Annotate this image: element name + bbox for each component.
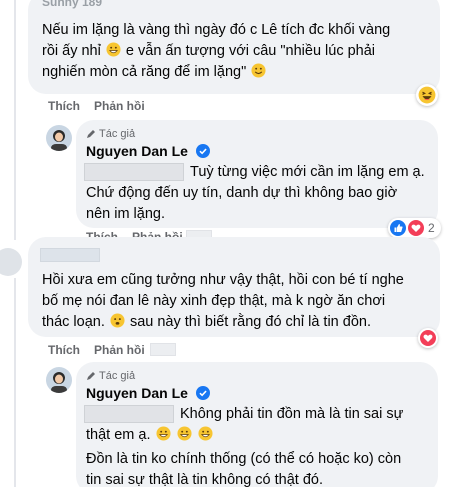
comment-author-partial[interactable]: Sunny 189 <box>42 0 102 13</box>
smiling-face-icon <box>251 63 266 78</box>
comment-line: Hồi xưa em cũng tưởng như vậy thật, hồi … <box>42 272 404 288</box>
pencil-icon <box>87 130 95 138</box>
reply-button[interactable]: Phản hồi <box>94 343 145 357</box>
reply-line: thật em ạ. <box>86 425 214 446</box>
like-button[interactable]: Thích <box>48 343 80 357</box>
blurred-tag <box>84 163 184 181</box>
grinning-face-icon <box>106 42 121 57</box>
grinning-face-icon <box>198 426 213 441</box>
reply-line: Chứ động đến uy tín, danh dự thì không b… <box>86 185 398 201</box>
author-badge: Tác giả <box>86 370 135 382</box>
blurred-time <box>150 343 176 356</box>
verified-badge-icon <box>195 144 210 158</box>
reply-line: tin sai sự thật là tin không có thật đó. <box>86 472 324 487</box>
blurred-name <box>40 248 100 262</box>
reply-line: Đồn là tin ko chính thống (có thể có hoặ… <box>86 451 402 467</box>
comment-line: nghiến mòn cả răng để im lặng" <box>42 62 267 83</box>
reaction-love[interactable] <box>418 328 438 348</box>
reply-author-name[interactable]: Nguyen Dan Le <box>86 385 210 401</box>
verified-badge-icon <box>195 386 210 400</box>
reaction-haha[interactable] <box>416 84 438 106</box>
avatar[interactable] <box>0 248 22 276</box>
reaction-count: 2 <box>428 221 435 235</box>
love-reaction-icon <box>420 330 436 346</box>
comment-line: thác loạn. sau này thì biết rằng đó chỉ … <box>42 313 371 330</box>
comment-actions: Thích Phản hồi <box>48 343 145 357</box>
blurred-tag <box>84 405 174 423</box>
reply-author-name[interactable]: Nguyen Dan Le <box>86 143 210 159</box>
grinning-face-icon <box>177 426 192 441</box>
reply-line: Tuỳ từng việc mới cần im lặng em ạ. <box>190 164 425 180</box>
reply-button[interactable]: Phản hồi <box>94 99 145 113</box>
comment-line: rồi ấy nhỉ e vẫn ấn tượng với câu "nhiều… <box>42 42 376 59</box>
avatar[interactable] <box>46 125 72 151</box>
comment-line: bố mẹ nói đan lê này xinh đẹp thật, mà k… <box>42 293 386 309</box>
comment-line: Nếu im lặng là vàng thì ngày đó c Lê tíc… <box>42 22 391 38</box>
reply-line: nên im lặng. <box>86 206 165 222</box>
like-button[interactable]: Thích <box>48 99 80 113</box>
thread-line <box>14 0 16 240</box>
avatar[interactable] <box>46 367 72 393</box>
author-badge: Tác giả <box>86 128 135 140</box>
like-reaction-icon <box>390 220 406 236</box>
grinning-face-icon <box>155 426 171 441</box>
thread-line <box>14 278 16 487</box>
comment-actions: Thích Phản hồi <box>48 99 145 113</box>
reply-line: Không phải tin đồn mà là tin sai sự <box>180 406 404 422</box>
haha-reaction-icon <box>418 86 436 104</box>
confused-face-icon <box>110 313 125 328</box>
love-reaction-icon <box>408 220 424 236</box>
pencil-icon <box>87 372 95 380</box>
reaction-summary[interactable]: 2 <box>388 218 441 238</box>
